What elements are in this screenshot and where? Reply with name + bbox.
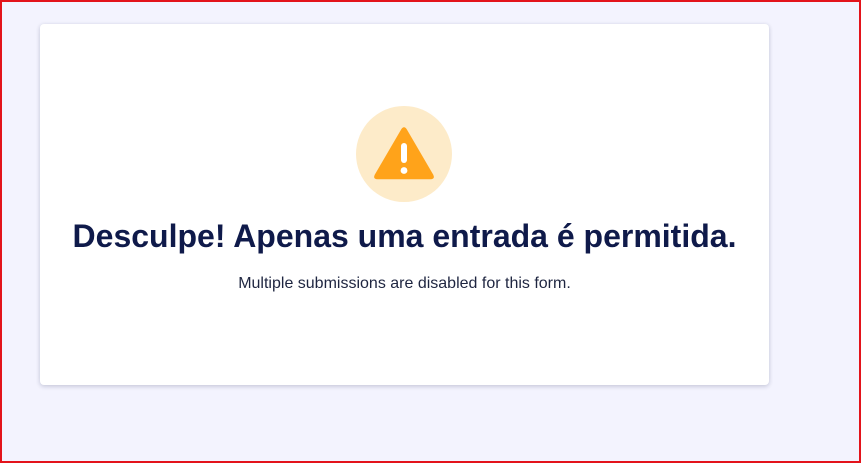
message-card: Desculpe! Apenas uma entrada é permitida… (40, 24, 769, 385)
page-frame: Desculpe! Apenas uma entrada é permitida… (0, 0, 861, 463)
message-title: Desculpe! Apenas uma entrada é permitida… (72, 218, 737, 254)
warning-icon-badge (356, 106, 452, 202)
message-subtitle: Multiple submissions are disabled for th… (238, 275, 571, 292)
warning-triangle-icon (374, 127, 434, 180)
